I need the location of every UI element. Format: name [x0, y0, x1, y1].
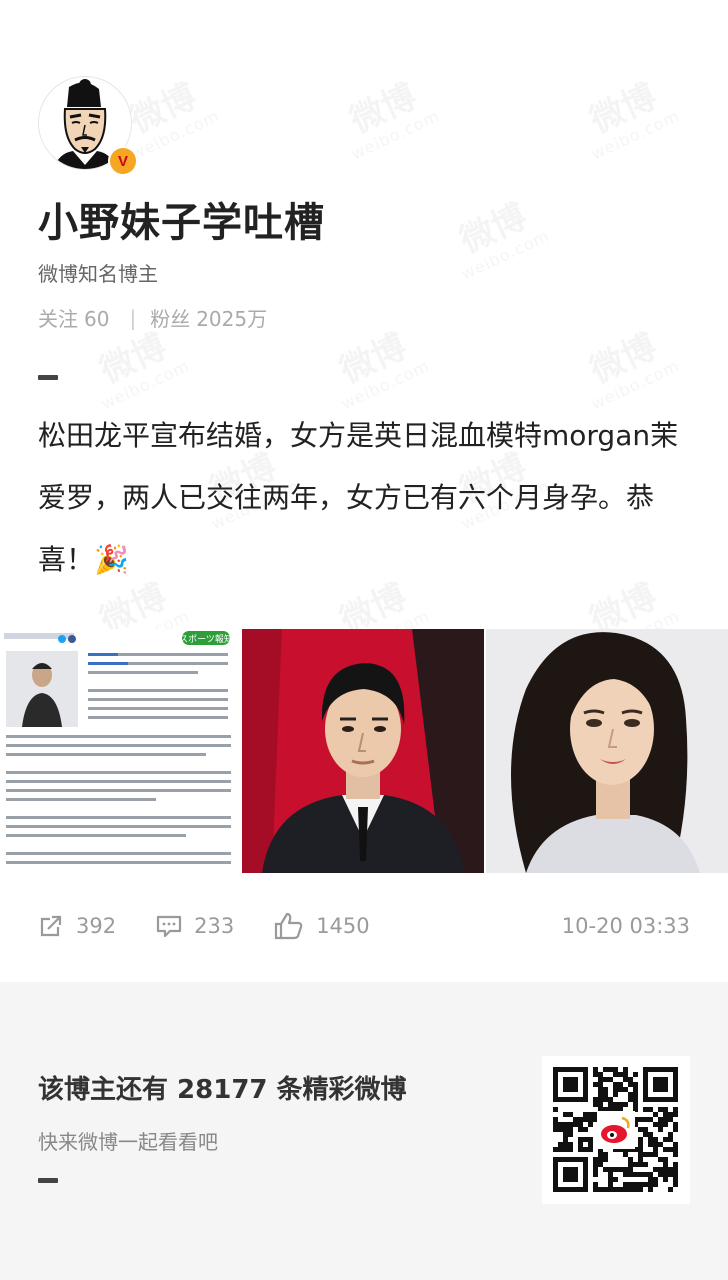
watermark: 微博weibo.com [83, 323, 193, 413]
post-timestamp: 10-20 03:33 [561, 914, 690, 938]
footer-title: 该博主还有 28177 条精彩微博 [38, 1075, 407, 1105]
watermark: 微博weibo.com [443, 193, 553, 283]
stats-divider: | [129, 305, 137, 330]
comment-icon [156, 915, 182, 938]
qr-code-icon [553, 1067, 678, 1192]
masthead-label: スポーツ報知 [179, 633, 233, 645]
watermark: 微博weibo.com [573, 73, 683, 163]
weibo-card: 微博weibo.com 微博weibo.com 微博weibo.com 微博we… [0, 0, 728, 982]
man-portrait-image[interactable] [242, 629, 484, 873]
profile-name[interactable]: 小野妹子学吐槽 [38, 190, 325, 248]
thumbs-up-icon [275, 912, 303, 940]
section-divider [38, 375, 58, 380]
watermark: 微博weibo.com [573, 323, 683, 413]
footer-promo: 该博主还有 28177 条精彩微博 快来微博一起看看吧 [0, 982, 728, 1280]
followers-stat[interactable]: 粉丝 2025万 [150, 303, 273, 332]
footer-subtitle: 快来微博一起看看吧 [38, 1130, 218, 1154]
watermark: 微博weibo.com [323, 323, 433, 413]
like-button[interactable]: 1450 [274, 912, 370, 940]
repost-count: 392 [76, 914, 117, 938]
repost-icon [40, 915, 62, 937]
post-text: 松田龙平宣布结婚，女方是英日混血模特morgan茉爱罗，两人已交往两年，女方已有… [38, 419, 679, 576]
following-stat[interactable]: 关注 60 [38, 303, 115, 332]
comment-count: 233 [194, 914, 235, 938]
like-count: 1450 [316, 914, 370, 938]
post-image-grid: スポーツ報知 [0, 629, 728, 873]
repost-button[interactable]: 392 [38, 913, 116, 939]
news-article-image[interactable]: スポーツ報知 [0, 629, 241, 873]
footer-divider [38, 1178, 58, 1183]
post-actions: 392 233 1450 10-20 03:33 [38, 904, 690, 948]
comment-button[interactable]: 233 [156, 913, 234, 939]
profile-stats: 关注 60 | 粉丝 2025万 [38, 303, 273, 332]
watermark: 微博weibo.com [333, 73, 443, 163]
qr-code[interactable] [542, 1056, 690, 1204]
woman-portrait-image[interactable] [485, 629, 728, 873]
verified-badge-icon: V [108, 146, 138, 176]
profile-description: 微博知名博主 [38, 262, 158, 286]
